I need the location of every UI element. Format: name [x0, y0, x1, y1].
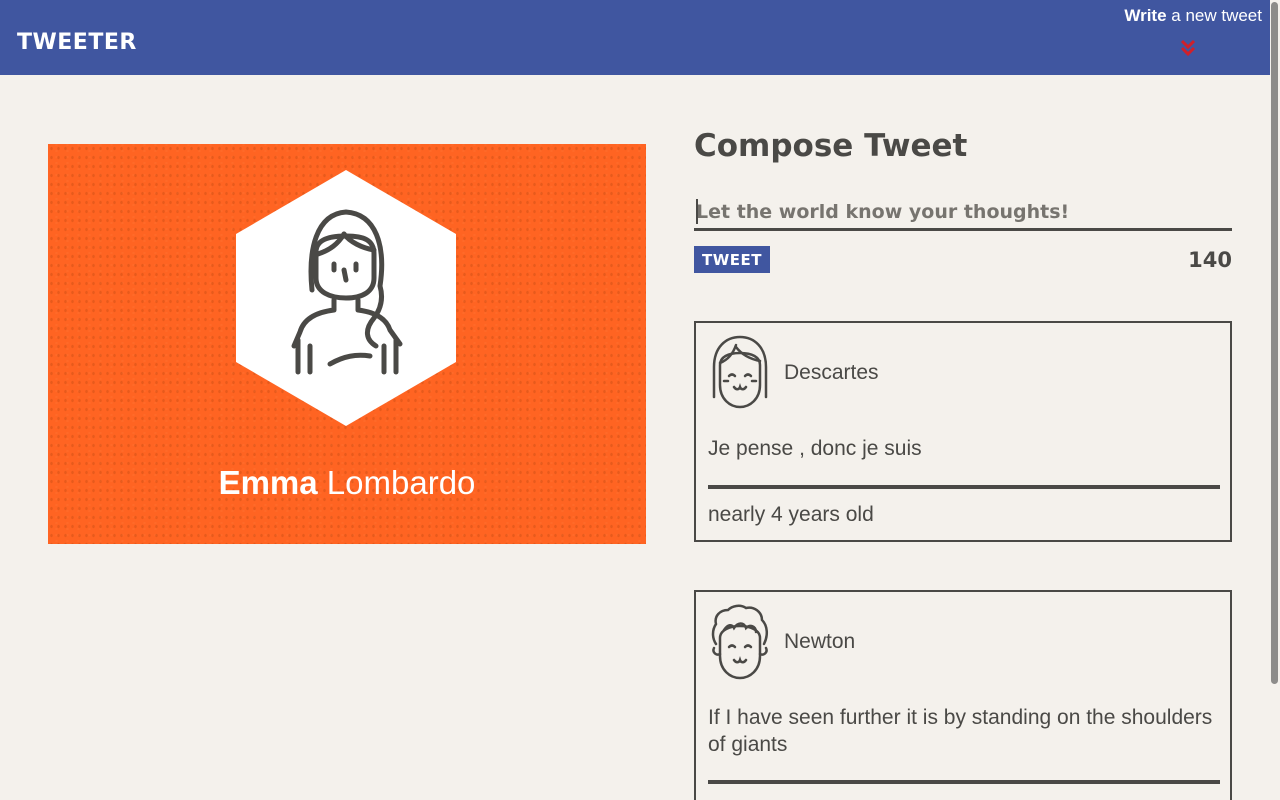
char-counter: 140 [1188, 248, 1232, 272]
woman-avatar-icon [236, 170, 456, 426]
double-chevron-down-icon[interactable] [1180, 38, 1196, 58]
tweet-divider [708, 780, 1220, 784]
girl-avatar-icon [712, 335, 768, 409]
tweet-card: Newton If I have seen further it is by s… [694, 590, 1232, 800]
tweet-card: Descartes Je pense , donc je suis nearly… [694, 321, 1232, 542]
tweet-text: If I have seen further it is by standing… [708, 706, 1213, 756]
toggle-label-rest: a new tweet [1166, 6, 1262, 25]
write-new-tweet-toggle[interactable]: Write a new tweet [1092, 6, 1262, 66]
toggle-label-bold: Write [1124, 6, 1167, 25]
profile-first-name: Emma [218, 464, 318, 501]
curly-hair-avatar-icon [711, 604, 768, 680]
profile-last-name: Lombardo [317, 464, 476, 501]
tweet-divider [708, 485, 1220, 489]
scrollbar-thumb[interactable] [1271, 2, 1278, 684]
brand-logo[interactable]: TWEETER [17, 30, 137, 55]
tweet-age: nearly 4 years old [708, 503, 874, 526]
tweet-text: Je pense , donc je suis [708, 437, 922, 460]
profile-card: Emma Lombardo [48, 144, 646, 544]
profile-name: Emma Lombardo [48, 464, 646, 502]
text-cursor [696, 199, 698, 224]
tweet-author[interactable]: Descartes [784, 361, 879, 385]
tweet-submit-button[interactable]: TWEET [694, 246, 770, 273]
compose-title: Compose Tweet [694, 128, 968, 164]
tweet-author[interactable]: Newton [784, 630, 855, 654]
top-nav-bar: TWEETER Write a new tweet [0, 0, 1270, 75]
tweet-text-input[interactable] [694, 196, 1232, 231]
